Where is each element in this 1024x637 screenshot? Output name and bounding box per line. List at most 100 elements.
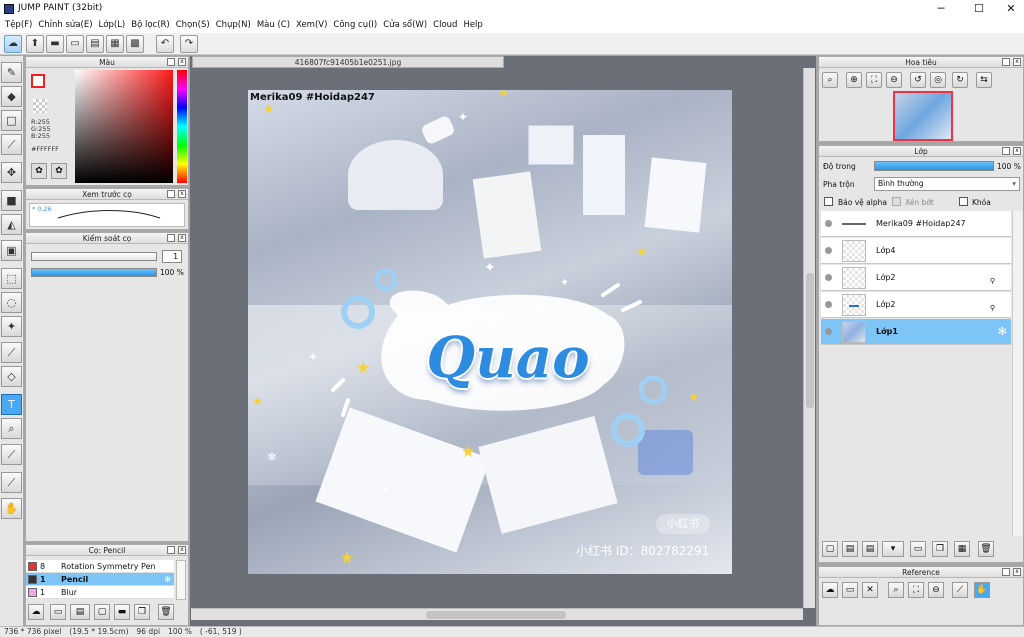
new-layer-icon[interactable]: ▢ <box>822 541 838 557</box>
reference-zoom-out-icon[interactable]: ⊖ <box>928 582 944 598</box>
clip-checkbox[interactable] <box>892 197 901 206</box>
brush-size-input[interactable]: 1 <box>162 250 182 263</box>
undo-icon[interactable]: ↶ <box>156 35 174 53</box>
menu-view[interactable]: Xem(V) <box>294 18 331 33</box>
message-icon[interactable]: ▭ <box>66 35 84 53</box>
panel-float-icon[interactable] <box>1002 58 1010 66</box>
flip-icon[interactable]: ⇆ <box>976 72 992 88</box>
brush-size-slider[interactable] <box>31 252 157 261</box>
panel-float-icon[interactable] <box>167 58 175 66</box>
saturation-value-picker[interactable] <box>75 70 173 183</box>
select-rect-icon[interactable]: ⬚ <box>1 268 22 289</box>
reference-open-icon[interactable]: ▭ <box>842 582 858 598</box>
rotate-left-icon[interactable]: ↺ <box>910 72 926 88</box>
opacity-slider[interactable] <box>874 161 994 171</box>
text-tool-icon[interactable]: T <box>1 394 22 415</box>
menu-tools[interactable]: Công cụ(I) <box>331 18 381 33</box>
select-lasso-icon[interactable]: ◌ <box>1 292 22 313</box>
blend-mode-select[interactable]: Bình thường ▾ <box>874 177 1020 191</box>
minimize-button[interactable]: ─ <box>924 0 958 18</box>
panel-icon[interactable]: ▦ <box>106 35 124 53</box>
layer-merge-icon[interactable]: ▦ <box>954 541 970 557</box>
visibility-icon[interactable] <box>825 220 832 227</box>
reset-rotate-icon[interactable]: ◎ <box>930 72 946 88</box>
eraser-tool-icon[interactable]: ◆ <box>1 86 22 107</box>
rotate-right-icon[interactable]: ↻ <box>952 72 968 88</box>
brush-duplicate-icon[interactable]: ▢ <box>94 604 110 620</box>
move-tool-icon[interactable]: ✥ <box>1 162 22 183</box>
layer-row-lop4[interactable]: Lớp4 <box>821 238 1011 264</box>
brush-new-icon[interactable]: ▤ <box>70 604 90 620</box>
open-icon[interactable]: ⬆ <box>26 35 44 53</box>
speech-bubble-icon[interactable]: ⌕ <box>1 418 22 439</box>
layer-row-lop1[interactable]: Lớp1 ✻ <box>821 319 1011 345</box>
hue-slider[interactable] <box>177 70 187 183</box>
menu-edit[interactable]: Chỉnh sửa(E) <box>36 18 96 33</box>
menu-help[interactable]: Help <box>461 18 486 33</box>
brush-folder2-icon[interactable]: ▬ <box>114 604 130 620</box>
document-tab[interactable]: 416807fc91405b1e0251.jpg <box>192 56 504 68</box>
reference-dropper-icon[interactable]: ⟋ <box>952 582 968 598</box>
reference-zoom-icon[interactable]: ⌕ <box>888 582 904 598</box>
zoom-in-icon[interactable]: ⊕ <box>846 72 862 88</box>
horizontal-scroll-thumb[interactable] <box>426 611 566 619</box>
brush-item-rotation-symmetry[interactable]: 8 Rotation Symmetry Pen <box>26 560 174 573</box>
menu-capture[interactable]: Chụp(N) <box>214 18 255 33</box>
layer-row-lop2-a[interactable]: Lớp2 ⚲ <box>821 265 1011 291</box>
fill-rect-tool-icon[interactable]: ■ <box>1 190 22 211</box>
visibility-icon[interactable] <box>825 301 832 308</box>
dropper2-icon[interactable]: ⟋ <box>1 472 22 493</box>
rectangle-tool-icon[interactable]: □ <box>1 110 22 131</box>
panel-close-icon[interactable]: x <box>1013 568 1021 576</box>
panel-close-icon[interactable]: x <box>178 546 186 554</box>
select-eraser-icon[interactable]: ◇ <box>1 366 22 387</box>
comment-icon[interactable]: ▬ <box>46 35 64 53</box>
brush-list-scrollbar[interactable] <box>176 560 186 600</box>
gear-icon[interactable]: ✻ <box>164 573 171 586</box>
navigator-thumbnail[interactable] <box>893 91 953 141</box>
reference-hand-icon[interactable]: ✋ <box>974 582 990 598</box>
vertical-scroll-thumb[interactable] <box>806 273 814 408</box>
hand-tool-icon[interactable]: ✋ <box>1 498 22 519</box>
panel-close-icon[interactable]: x <box>178 190 186 198</box>
menu-filter[interactable]: Bộ lọc(R) <box>129 18 174 33</box>
brush-item-pencil[interactable]: 1 Pencil ✻ <box>26 573 174 586</box>
menu-file[interactable]: Tệp(F) <box>3 18 36 33</box>
magic-wand-icon[interactable]: ✦ <box>1 316 22 337</box>
menu-color[interactable]: Màu (C) <box>255 18 294 33</box>
brush-delete-icon[interactable]: 🗑 <box>158 604 174 620</box>
palette-icon[interactable]: ✿ <box>31 163 47 179</box>
visibility-icon[interactable] <box>825 274 832 281</box>
maximize-button[interactable]: ☐ <box>962 0 996 18</box>
brush-cloud-icon[interactable]: ☁ <box>28 604 44 620</box>
panel-float-icon[interactable] <box>1002 147 1010 155</box>
canvas-artwork[interactable]: Quao Merika09 #Hoidap247 小红书 小红书 ID：8027… <box>248 90 732 574</box>
fit-icon[interactable]: ⛶ <box>866 72 882 88</box>
brush-tool-icon[interactable]: ✎ <box>1 62 22 83</box>
zoom-out-icon[interactable]: ⊖ <box>886 72 902 88</box>
redo-icon[interactable]: ↷ <box>180 35 198 53</box>
line-tool-icon[interactable]: ⟋ <box>1 134 22 155</box>
gear-icon[interactable]: ✻ <box>998 325 1007 338</box>
menu-window[interactable]: Cửa sổ(W) <box>381 18 431 33</box>
layer-duplicate-icon[interactable]: ❐ <box>932 541 948 557</box>
transparent-color-icon[interactable] <box>33 99 47 113</box>
layer-folder-icon[interactable]: ▭ <box>910 541 926 557</box>
zoom-icon[interactable]: ⌕ <box>822 72 838 88</box>
brush-item-blur[interactable]: 1 Blur <box>26 586 174 599</box>
vertical-scrollbar[interactable] <box>803 68 815 608</box>
select-pen-icon[interactable]: ⟋ <box>1 342 22 363</box>
brush-folder-icon[interactable]: ▭ <box>50 604 66 620</box>
brush-copy-icon[interactable]: ❐ <box>134 604 150 620</box>
layer-delete-icon[interactable]: 🗑 <box>978 541 994 557</box>
eyedropper-icon[interactable]: ⟋ <box>1 444 22 465</box>
reference-cloud-icon[interactable]: ☁ <box>822 582 838 598</box>
layer-row-text[interactable]: Merika09 #Hoidap247 <box>821 211 1011 237</box>
layer-add-menu-icon[interactable]: ▾ <box>882 541 904 557</box>
page-icon[interactable]: ▤ <box>86 35 104 53</box>
panel-float-icon[interactable] <box>1002 568 1010 576</box>
close-button[interactable]: ✕ <box>994 0 1024 18</box>
visibility-icon[interactable] <box>825 328 832 335</box>
reference-fit-icon[interactable]: ⛶ <box>908 582 924 598</box>
layer-list-scrollbar[interactable] <box>1012 211 1022 536</box>
